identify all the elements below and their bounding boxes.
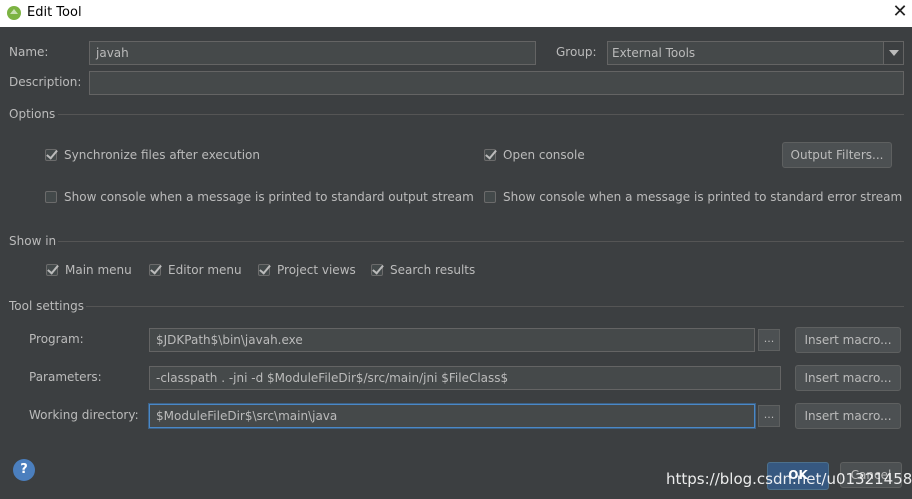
show-in-divider: [58, 241, 904, 242]
options-divider: [58, 114, 904, 115]
group-label: Group:: [556, 45, 597, 59]
show-console-stderr-label: Show console when a message is printed t…: [503, 190, 903, 204]
search-results-label: Search results: [390, 263, 476, 277]
working-directory-browse-button[interactable]: ...: [758, 405, 780, 427]
main-menu-label: Main menu: [65, 263, 132, 277]
program-insert-macro-button[interactable]: Insert macro...: [795, 327, 901, 353]
program-label: Program:: [29, 332, 84, 346]
main-menu-checkbox[interactable]: [46, 264, 58, 276]
watermark-text: https://blog.csdn.net/u013214588: [666, 470, 912, 488]
description-input[interactable]: [89, 71, 904, 95]
show-console-stderr-checkbox[interactable]: [484, 191, 496, 203]
tool-settings-divider: [86, 306, 904, 307]
tool-settings-section-title: Tool settings: [9, 299, 84, 313]
name-input[interactable]: javah: [89, 41, 536, 65]
chevron-down-icon[interactable]: [883, 42, 903, 64]
parameters-insert-macro-button[interactable]: Insert macro...: [795, 365, 901, 391]
android-icon: [7, 6, 21, 20]
working-directory-insert-macro-button[interactable]: Insert macro...: [795, 403, 901, 429]
working-directory-label: Working directory:: [29, 408, 139, 422]
open-console-checkbox[interactable]: [484, 149, 496, 161]
program-input[interactable]: $JDKPath$\bin\javah.exe: [149, 328, 755, 352]
group-selected-value: External Tools: [612, 46, 696, 60]
show-in-section-title: Show in: [9, 234, 57, 248]
parameters-input[interactable]: -classpath . -jni -d $ModuleFileDir$/src…: [149, 366, 781, 390]
show-console-stdout-checkbox[interactable]: [45, 191, 57, 203]
options-section-title: Options: [9, 107, 56, 121]
sync-files-checkbox[interactable]: [45, 149, 57, 161]
group-combobox[interactable]: External Tools: [607, 41, 904, 65]
window-title: Edit Tool: [27, 5, 82, 20]
working-directory-input[interactable]: $ModuleFileDir$\src\main\java: [149, 404, 755, 428]
search-results-checkbox[interactable]: [371, 264, 383, 276]
show-console-stdout-label: Show console when a message is printed t…: [64, 190, 474, 204]
editor-menu-checkbox[interactable]: [149, 264, 161, 276]
output-filters-button[interactable]: Output Filters...: [782, 142, 892, 168]
title-bar: [0, 0, 912, 27]
project-views-label: Project views: [277, 263, 356, 277]
sync-files-label: Synchronize files after execution: [64, 148, 260, 162]
description-label: Description:: [9, 75, 82, 89]
project-views-checkbox[interactable]: [258, 264, 270, 276]
editor-menu-label: Editor menu: [168, 263, 242, 277]
parameters-label: Parameters:: [29, 370, 102, 384]
close-icon[interactable]: ✕: [890, 2, 910, 22]
help-icon[interactable]: ?: [13, 459, 35, 481]
name-label: Name:: [9, 45, 49, 59]
program-browse-button[interactable]: ...: [758, 329, 780, 351]
open-console-label: Open console: [503, 148, 585, 162]
